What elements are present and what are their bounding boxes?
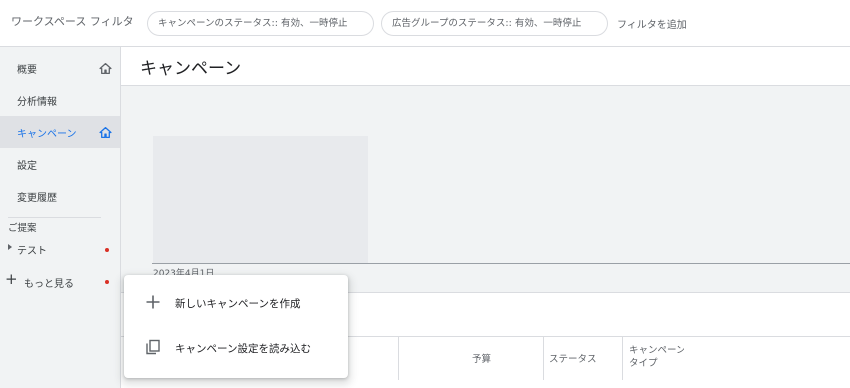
- home-icon: [99, 126, 112, 139]
- chart-placeholder: [153, 136, 368, 263]
- sidebar-item-settings[interactable]: 設定: [0, 148, 120, 180]
- adgroup-status-filter-chip[interactable]: 広告グループのステータス:: 有効、一時停止: [381, 11, 608, 36]
- sidebar-item-label: 概要: [17, 65, 37, 76]
- filter-bar: ワークスペース フィルタ キャンペーンのステータス:: 有効、一時停止 広告グル…: [0, 0, 850, 47]
- new-campaign-menu: 新しいキャンペーンを作成 キャンペーン設定を読み込む: [124, 275, 348, 378]
- notification-dot-icon: [105, 280, 109, 284]
- sidebar-item-change-history[interactable]: 変更履歴: [0, 180, 120, 212]
- column-separator: [543, 337, 544, 380]
- sidebar-item-test[interactable]: テスト: [0, 235, 120, 263]
- chart-axis: [152, 263, 850, 264]
- home-icon: [99, 62, 112, 75]
- sidebar: 概要 分析情報 キャンペーン 設定 変更履歴 ご提案 テスト + もっと見る: [0, 47, 121, 388]
- load-campaign-settings-item[interactable]: キャンペーン設定を読み込む: [124, 326, 348, 370]
- page-title: キャンペーン: [140, 59, 242, 79]
- sidebar-item-label: 設定: [17, 161, 37, 172]
- column-header-campaign-type[interactable]: キャンペーン タイプ: [629, 344, 684, 370]
- notification-dot-icon: [105, 248, 109, 252]
- workspace-filter-label[interactable]: ワークスペース フィルタ: [11, 13, 134, 29]
- expand-triangle-icon: [8, 244, 12, 250]
- plus-icon: [146, 295, 160, 309]
- column-header-budget[interactable]: 予算: [472, 351, 491, 365]
- suggestions-heading: ご提案: [8, 223, 37, 234]
- add-filter-button[interactable]: フィルタを追加: [617, 16, 687, 31]
- column-header-line: キャンペーン: [629, 345, 684, 356]
- column-header-status[interactable]: ステータス: [549, 351, 597, 365]
- show-more-label: もっと見る: [24, 279, 74, 290]
- column-separator: [398, 337, 399, 380]
- column-separator: [622, 337, 623, 380]
- plus-icon: +: [5, 270, 18, 288]
- sidebar-item-label: テスト: [17, 246, 47, 257]
- sidebar-item-insights[interactable]: 分析情報: [0, 84, 120, 116]
- column-header-line: タイプ: [629, 358, 658, 369]
- copy-icon: [146, 339, 160, 355]
- sidebar-item-overview[interactable]: 概要: [0, 52, 120, 84]
- show-more-button[interactable]: + もっと見る: [0, 268, 120, 296]
- menu-item-label: 新しいキャンペーンを作成: [175, 298, 301, 310]
- sidebar-item-label: 分析情報: [17, 97, 57, 108]
- sidebar-item-label: 変更履歴: [17, 193, 57, 204]
- create-new-campaign-item[interactable]: 新しいキャンペーンを作成: [124, 281, 348, 325]
- sidebar-divider: [8, 217, 101, 218]
- sidebar-item-campaigns[interactable]: キャンペーン: [0, 116, 120, 148]
- sidebar-item-label: キャンペーン: [17, 129, 77, 140]
- campaign-status-filter-chip[interactable]: キャンペーンのステータス:: 有効、一時停止: [147, 11, 374, 36]
- menu-item-label: キャンペーン設定を読み込む: [175, 343, 311, 355]
